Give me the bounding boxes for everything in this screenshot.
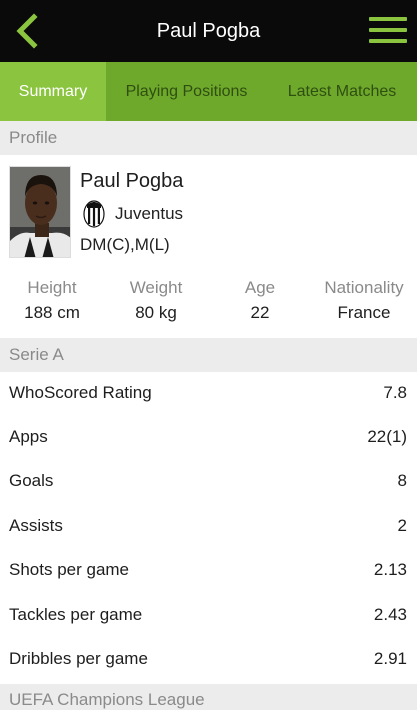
attribute-height: Height 188 cm: [12, 278, 92, 323]
stat-row-assists: Assists 2: [0, 506, 417, 550]
stat-label: Goals: [9, 471, 54, 490]
attribute-label: Nationality: [324, 278, 404, 297]
stat-row-rating: WhoScored Rating 7.8: [0, 373, 417, 417]
top-bar: Paul Pogba: [0, 0, 417, 62]
attribute-label: Height: [27, 278, 77, 297]
section-header-profile: Profile: [0, 121, 417, 155]
attribute-value: France: [337, 303, 391, 322]
club-row[interactable]: Juventus: [80, 200, 183, 228]
attribute-weight: Weight 80 kg: [116, 278, 196, 323]
stat-value: 2.91: [373, 649, 407, 668]
hamburger-menu-icon: [369, 28, 407, 32]
stat-row-goals: Goals 8: [0, 461, 417, 505]
tab-bar: Summary Playing Positions Latest Matches: [0, 62, 417, 121]
stat-row-dribbles: Dribbles per game 2.91: [0, 639, 417, 683]
attribute-value: 188 cm: [24, 303, 80, 322]
player-avatar-icon: [10, 167, 70, 257]
club-name: Juventus: [115, 204, 184, 223]
player-attributes: Height 188 cm Weight 80 kg Age 22 Nation…: [0, 278, 417, 330]
menu-button[interactable]: [369, 17, 407, 43]
stat-label: WhoScored Rating: [9, 383, 152, 402]
page-title: Paul Pogba: [156, 20, 261, 42]
attribute-label: Age: [244, 278, 276, 297]
attribute-value: 80 kg: [135, 303, 177, 322]
stat-value: 2: [397, 516, 407, 535]
hamburger-menu-icon: [369, 17, 407, 21]
player-name: Paul Pogba: [80, 170, 184, 192]
stat-row-apps: Apps 22(1): [0, 417, 417, 461]
section-header-serie-a: Serie A: [0, 338, 417, 372]
stat-label: Tackles per game: [9, 605, 143, 624]
section-header-champions-league: UEFA Champions League: [0, 684, 417, 710]
stat-value: 7.8: [383, 383, 407, 402]
stat-label: Dribbles per game: [9, 649, 148, 668]
tab-summary[interactable]: Summary: [0, 62, 106, 121]
hamburger-menu-icon: [369, 39, 407, 43]
juventus-crest-icon: [83, 200, 105, 228]
player-photo: [9, 166, 71, 258]
attribute-nationality: Nationality France: [316, 278, 412, 323]
attribute-label: Weight: [129, 278, 183, 297]
stat-label: Shots per game: [9, 560, 130, 579]
stat-value: 2.43: [373, 605, 407, 624]
stat-value: 2.13: [373, 560, 407, 579]
player-positions: DM(C),M(L): [80, 235, 170, 254]
stat-value: 8: [397, 471, 407, 490]
stat-value: 22(1): [367, 427, 407, 446]
attribute-value: 22: [250, 303, 270, 322]
stat-label: Apps: [9, 427, 48, 446]
stat-row-tackles: Tackles per game 2.43: [0, 595, 417, 639]
stat-row-shots: Shots per game 2.13: [0, 550, 417, 594]
stat-label: Assists: [9, 516, 63, 535]
attribute-age: Age 22: [225, 278, 295, 323]
tab-latest-matches[interactable]: Latest Matches: [267, 62, 417, 121]
tab-playing-positions[interactable]: Playing Positions: [106, 62, 267, 121]
